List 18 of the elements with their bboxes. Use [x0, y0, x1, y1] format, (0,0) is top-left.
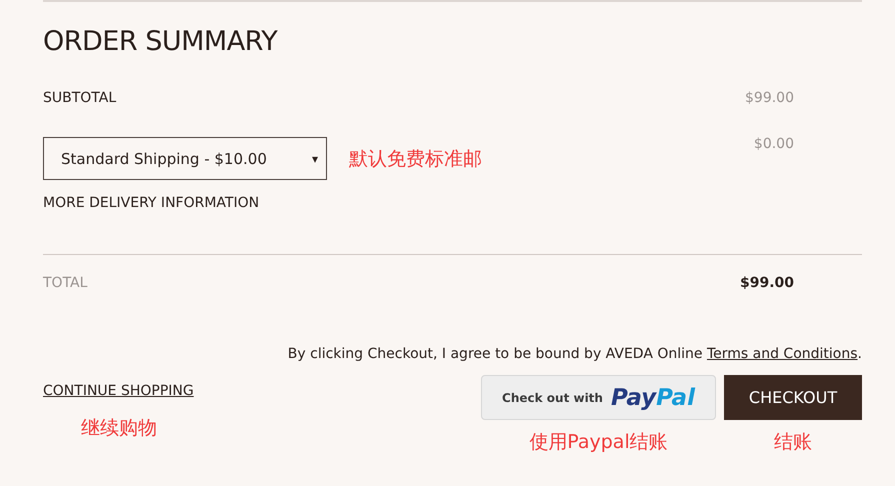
subtotal-label: SUBTOTAL	[43, 89, 116, 108]
annotation: 默认免费标准邮	[349, 146, 482, 172]
shipping-value: $0.00	[754, 135, 794, 154]
total-value: $99.00	[740, 274, 794, 294]
annotation: 继续购物	[81, 416, 158, 442]
annotation: 结账	[774, 430, 812, 456]
dropdown-arrow-icon: ▾	[312, 150, 318, 168]
paypal-button[interactable]: Check out with PayPal	[481, 375, 716, 420]
subtotal-value: $99.00	[745, 89, 794, 108]
delivery-info-link[interactable]: MORE DELIVERY INFORMATION	[43, 193, 260, 214]
shipping-select[interactable]: Standard Shipping - $10.00 ▾	[43, 137, 327, 180]
total-label: TOTAL	[43, 274, 88, 294]
terms-text: By clicking Checkout, I agree to be bound by AVEDA Online Terms and Conditions.	[286, 345, 862, 364]
annotation: 使用Paypal结账	[529, 430, 668, 456]
summary-title: ORDER SUMMARY	[43, 26, 278, 58]
checkout-button[interactable]: CHECKOUT	[724, 375, 862, 420]
terms-link[interactable]: Terms and Conditions	[706, 346, 858, 362]
continue-shopping-link[interactable]: CONTINUE SHOPPING	[43, 381, 194, 402]
